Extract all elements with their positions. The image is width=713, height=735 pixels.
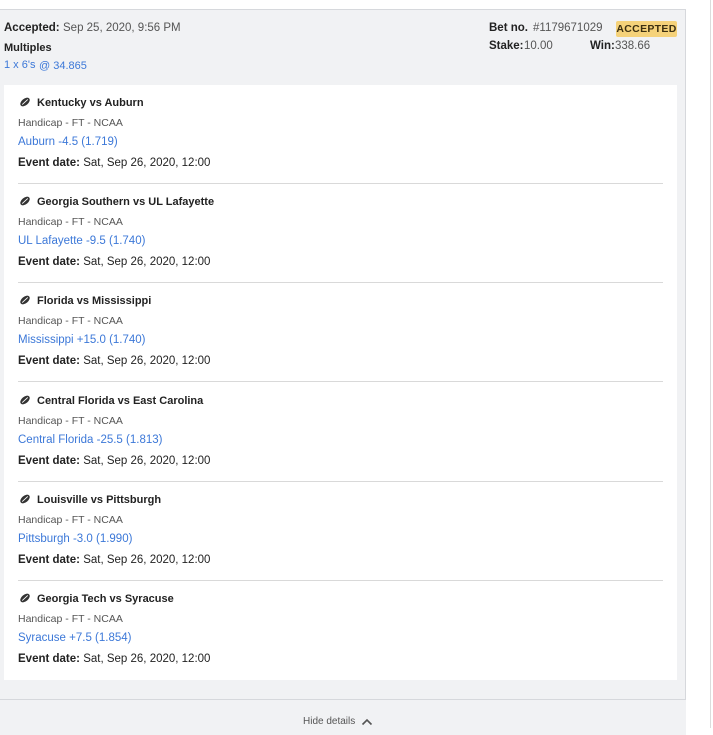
bet-type: Multiples xyxy=(4,42,52,54)
event-date-value: Sat, Sep 26, 2020, 12:00 xyxy=(83,653,211,665)
leg-event-date: Event date: Sat, Sep 26, 2020, 12:00 xyxy=(18,355,210,367)
bet-leg: Kentucky vs Auburn Handicap - FT - NCAA … xyxy=(18,85,663,184)
leg-event-title: Kentucky vs Auburn xyxy=(37,97,144,109)
combo-odds: @ 34.865 xyxy=(39,60,87,72)
event-date-value: Sat, Sep 26, 2020, 12:00 xyxy=(83,355,211,367)
american-football-icon xyxy=(20,196,30,206)
bet-no-label: Bet no. xyxy=(489,22,528,34)
event-date-label: Event date: xyxy=(18,355,80,367)
american-football-icon xyxy=(20,593,30,603)
bet-card: Accepted: Sep 25, 2020, 9:56 PM Multiple… xyxy=(0,9,686,735)
bet-legs-list: Kentucky vs Auburn Handicap - FT - NCAA … xyxy=(4,85,677,680)
status-badge: ACCEPTED xyxy=(616,21,677,37)
leg-divider xyxy=(18,381,663,382)
accepted-value: Sep 25, 2020, 9:56 PM xyxy=(63,22,181,34)
event-date-label: Event date: xyxy=(18,256,80,268)
chevron-up-icon xyxy=(362,718,373,725)
leg-selection[interactable]: UL Lafayette -9.5 (1.740) xyxy=(18,235,145,247)
leg-event-title: Georgia Tech vs Syracuse xyxy=(37,593,174,605)
event-date-label: Event date: xyxy=(18,157,80,169)
accepted-label: Accepted: xyxy=(4,22,60,34)
leg-event-date: Event date: Sat, Sep 26, 2020, 12:00 xyxy=(18,653,210,665)
leg-event-title: Florida vs Mississippi xyxy=(37,295,152,307)
event-date-label: Event date: xyxy=(18,455,80,467)
leg-market: Handicap - FT - NCAA xyxy=(18,315,123,327)
leg-selection[interactable]: Pittsburgh -3.0 (1.990) xyxy=(18,533,132,545)
american-football-icon xyxy=(20,494,30,504)
leg-event-title: Central Florida vs East Carolina xyxy=(37,395,204,407)
event-date-value: Sat, Sep 26, 2020, 12:00 xyxy=(83,554,211,566)
leg-selection[interactable]: Syracuse +7.5 (1.854) xyxy=(18,632,131,644)
leg-event-date: Event date: Sat, Sep 26, 2020, 12:00 xyxy=(18,256,210,268)
leg-event-date: Event date: Sat, Sep 26, 2020, 12:00 xyxy=(18,554,210,566)
leg-selection[interactable]: Auburn -4.5 (1.719) xyxy=(18,136,118,148)
hide-details-button[interactable]: Hide details xyxy=(303,716,373,727)
leg-market: Handicap - FT - NCAA xyxy=(18,514,123,526)
leg-market: Handicap - FT - NCAA xyxy=(18,216,123,228)
american-football-icon xyxy=(20,395,30,405)
event-date-value: Sat, Sep 26, 2020, 12:00 xyxy=(83,256,211,268)
card-footer: Hide details xyxy=(0,699,686,735)
combo-link[interactable]: 1 x 6's xyxy=(4,59,35,71)
leg-market: Handicap - FT - NCAA xyxy=(18,117,123,129)
leg-market: Handicap - FT - NCAA xyxy=(18,415,123,427)
bet-leg: Central Florida vs East Carolina Handica… xyxy=(18,383,663,482)
leg-event-title: Georgia Southern vs UL Lafayette xyxy=(37,196,215,208)
win-value: 338.66 xyxy=(615,40,651,52)
event-date-value: Sat, Sep 26, 2020, 12:00 xyxy=(83,455,211,467)
event-date-label: Event date: xyxy=(18,653,80,665)
leg-event-date: Event date: Sat, Sep 26, 2020, 12:00 xyxy=(18,455,210,467)
leg-event-title: Louisville vs Pittsburgh xyxy=(37,494,162,506)
event-date-label: Event date: xyxy=(18,554,80,566)
win-label: Win: xyxy=(590,40,615,52)
leg-market: Handicap - FT - NCAA xyxy=(18,613,123,625)
bet-no-value: #1179671029 xyxy=(533,22,603,34)
leg-selection[interactable]: Mississippi +15.0 (1.740) xyxy=(18,334,146,346)
stake-label: Stake: xyxy=(489,40,524,52)
bet-leg: Louisville vs Pittsburgh Handicap - FT -… xyxy=(18,482,663,581)
stake-value: 10.00 xyxy=(524,40,553,52)
bet-leg: Florida vs Mississippi Handicap - FT - N… xyxy=(18,283,663,382)
leg-selection[interactable]: Central Florida -25.5 (1.813) xyxy=(18,434,162,446)
american-football-icon xyxy=(20,295,30,305)
american-football-icon xyxy=(20,97,30,107)
hide-details-label: Hide details xyxy=(303,716,356,727)
event-date-value: Sat, Sep 26, 2020, 12:00 xyxy=(83,157,211,169)
bet-leg: Georgia Tech vs Syracuse Handicap - FT -… xyxy=(18,581,663,680)
bet-leg: Georgia Southern vs UL Lafayette Handica… xyxy=(18,184,663,283)
leg-event-date: Event date: Sat, Sep 26, 2020, 12:00 xyxy=(18,157,210,169)
page-divider xyxy=(710,0,711,728)
